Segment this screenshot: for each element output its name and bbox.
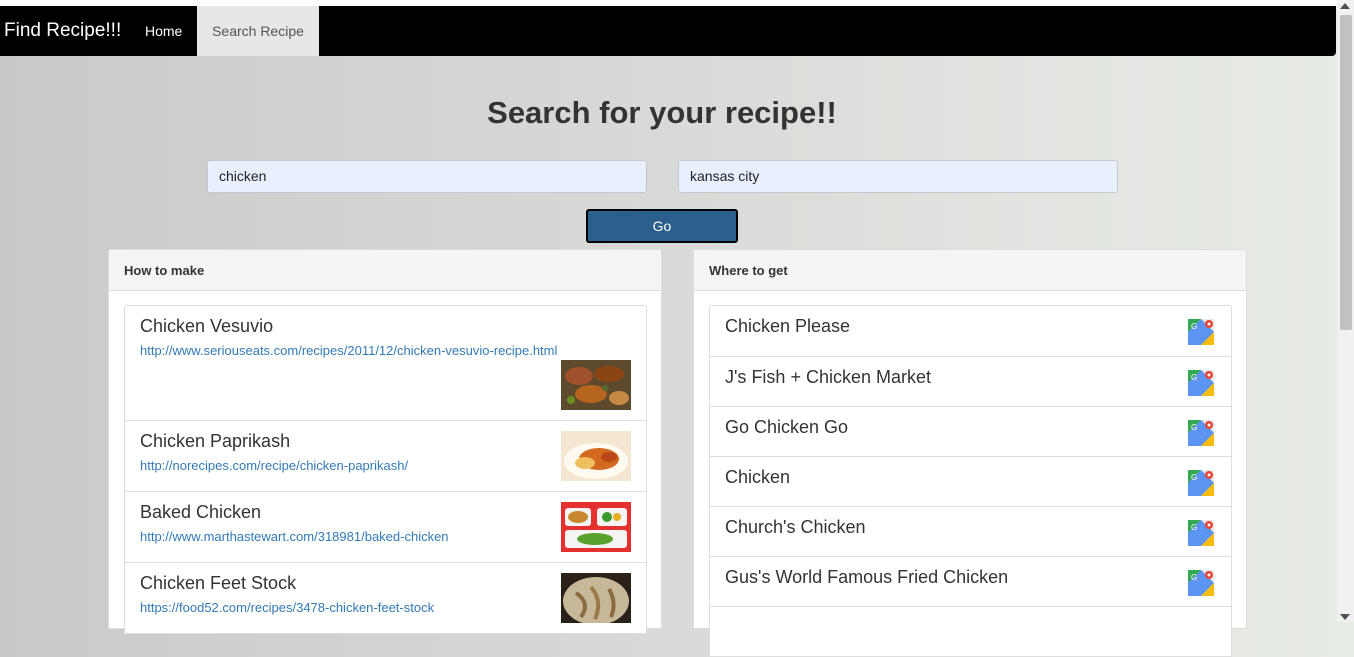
place-name: Gus's World Famous Fried Chicken: [725, 567, 1009, 587]
recipe-name: Chicken Paprikash: [140, 431, 291, 451]
chicken-vesuvio-image: [561, 360, 631, 410]
page-title: Search for your recipe!!: [487, 95, 837, 130]
recipe-item: Chicken Paprikash http://norecipes.com/r…: [124, 420, 647, 492]
recipe-item: Baked Chicken http://www.marthastewart.c…: [124, 491, 647, 563]
panel-heading: Where to get: [694, 250, 1246, 291]
recipe-list: Chicken Vesuvio http://www.seriouseats.c…: [124, 305, 647, 634]
place-item: J's Fish + Chicken Market G: [709, 356, 1232, 407]
city-input[interactable]: kansas city: [678, 160, 1118, 193]
svg-text:G: G: [1191, 573, 1197, 582]
svg-text:G: G: [1191, 423, 1197, 432]
panel-heading: How to make: [109, 250, 661, 291]
where-to-get-panel: Where to get Chicken Please G J's Fish +…: [693, 249, 1247, 657]
recipe-name: Chicken Feet Stock: [140, 573, 297, 593]
google-maps-icon[interactable]: G: [1188, 520, 1214, 546]
svg-text:G: G: [1191, 523, 1197, 532]
recipe-item: Chicken Vesuvio http://www.seriouseats.c…: [124, 305, 647, 421]
place-item: Church's Chicken G: [709, 506, 1232, 557]
place-item: Chicken Please G: [709, 305, 1232, 357]
place-name: J's Fish + Chicken Market: [725, 367, 931, 387]
place-item: Gus's World Famous Fried Chicken G: [709, 556, 1232, 607]
place-name: Church's Chicken: [725, 517, 866, 537]
go-button[interactable]: Go: [586, 209, 738, 243]
recipe-name: Baked Chicken: [140, 502, 262, 522]
recipe-link[interactable]: http://www.marthastewart.com/318981/bake…: [140, 529, 449, 544]
nav-search-recipe[interactable]: Search Recipe: [197, 6, 319, 56]
place-item-partial: [709, 606, 1232, 657]
chicken-feet-stock-image: [561, 573, 631, 623]
recipe-link[interactable]: https://food52.com/recipes/3478-chicken-…: [140, 600, 434, 615]
chicken-paprikash-image: [561, 431, 631, 481]
brand-link[interactable]: Find Recipe!!!: [4, 20, 121, 42]
baked-chicken-image: [561, 502, 631, 552]
recipe-item: Chicken Feet Stock https://food52.com/re…: [124, 562, 647, 634]
recipe-search-input[interactable]: chicken: [207, 160, 647, 193]
how-to-make-panel: How to make Chicken Vesuvio http://www.s…: [108, 249, 662, 634]
place-item: Go Chicken Go G: [709, 406, 1232, 457]
place-name: Chicken: [725, 467, 791, 487]
recipe-link[interactable]: http://norecipes.com/recipe/chicken-papr…: [140, 458, 408, 473]
google-maps-icon[interactable]: G: [1188, 470, 1214, 496]
scroll-down-arrow-icon[interactable]: [1340, 614, 1350, 620]
google-maps-icon[interactable]: G: [1188, 570, 1214, 596]
scrollbar-thumb[interactable]: [1340, 15, 1352, 330]
google-maps-icon[interactable]: G: [1188, 420, 1214, 446]
google-maps-icon[interactable]: G: [1188, 319, 1214, 345]
svg-text:G: G: [1191, 373, 1197, 382]
navbar: Find Recipe!!! Home Search Recipe: [0, 6, 1336, 56]
recipe-name: Chicken Vesuvio: [140, 316, 274, 336]
place-item: Chicken G: [709, 456, 1232, 507]
place-list: Chicken Please G J's Fish + Chicken Mark…: [709, 305, 1232, 657]
google-maps-icon[interactable]: G: [1188, 370, 1214, 396]
nav-home[interactable]: Home: [130, 6, 197, 56]
scroll-up-arrow-icon[interactable]: [1340, 3, 1350, 9]
svg-text:G: G: [1191, 473, 1197, 482]
place-name: Chicken Please: [725, 316, 851, 336]
recipe-link[interactable]: http://www.seriouseats.com/recipes/2011/…: [140, 343, 557, 358]
svg-text:G: G: [1191, 322, 1197, 331]
place-name: Go Chicken Go: [725, 417, 849, 437]
